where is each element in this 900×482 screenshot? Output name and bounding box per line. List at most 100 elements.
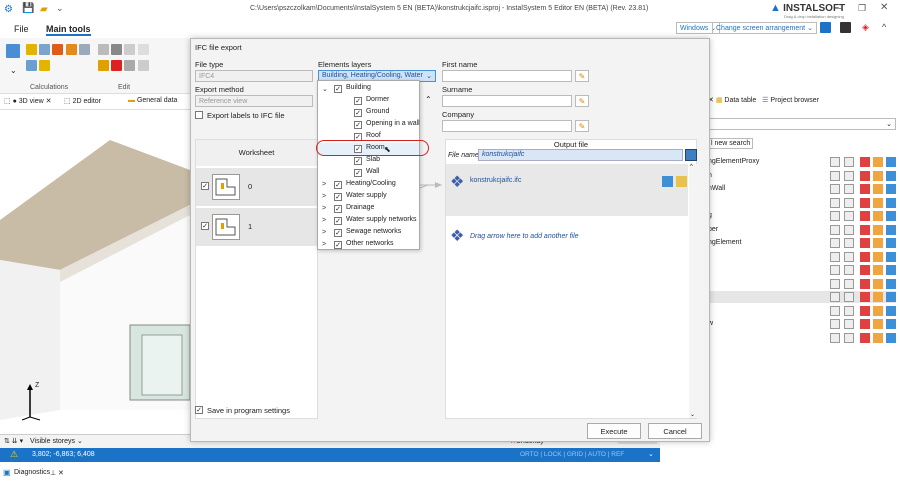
delete-icon[interactable]: [860, 224, 870, 235]
edit-icon[interactable]: [873, 251, 883, 262]
copy-icon[interactable]: [844, 319, 854, 329]
layer-checkbox[interactable]: ✓: [334, 217, 342, 225]
close-button[interactable]: ✕: [880, 2, 888, 13]
delete-icon[interactable]: [860, 157, 870, 167]
company-field[interactable]: [442, 120, 572, 132]
locate-icon[interactable]: [886, 170, 896, 181]
tree-expander-icon[interactable]: >: [322, 229, 326, 236]
export-method-field[interactable]: Reference view: [195, 95, 313, 107]
delete-icon[interactable]: [860, 332, 870, 343]
layer-tree-item[interactable]: ⌄ ✓ Building: [318, 83, 419, 95]
edit-icon[interactable]: [873, 238, 883, 248]
view-icon[interactable]: [830, 184, 840, 194]
tab-data-table[interactable]: Data table: [724, 97, 756, 104]
edit-icon[interactable]: [873, 332, 883, 343]
copy-icon[interactable]: [844, 265, 854, 275]
worksheet-row[interactable]: ✓ 1: [196, 208, 317, 246]
layer-checkbox[interactable]: ✓: [354, 121, 362, 129]
locate-icon[interactable]: [886, 157, 896, 167]
calc-toolbar-2[interactable]: [26, 60, 51, 73]
copy-icon[interactable]: [844, 292, 854, 302]
dark-panel-icon[interactable]: [840, 22, 851, 35]
execute-button[interactable]: Execute: [587, 423, 641, 439]
layer-checkbox[interactable]: ✓: [354, 169, 362, 177]
view-icon[interactable]: [830, 332, 840, 343]
first-name-edit-icon[interactable]: ✎: [575, 70, 589, 82]
copy-icon[interactable]: [844, 157, 854, 167]
delete-icon[interactable]: [860, 197, 870, 208]
view-icon[interactable]: [830, 238, 840, 248]
copy-icon[interactable]: [844, 184, 854, 194]
layer-tree-item[interactable]: ✓ Slab: [318, 155, 419, 167]
storey-controls[interactable]: ⇅ ⇊ ▾: [4, 437, 23, 445]
locate-icon[interactable]: [886, 319, 896, 329]
edit-icon[interactable]: [873, 211, 883, 221]
scroll-down-icon[interactable]: ⌄: [690, 411, 695, 418]
delete-icon[interactable]: [860, 251, 870, 262]
tab-file[interactable]: File: [14, 24, 29, 34]
copy-icon[interactable]: [844, 332, 854, 343]
worksheet-checkbox[interactable]: ✓: [201, 182, 209, 190]
file-type-field[interactable]: IFC4: [195, 70, 313, 82]
right-panel-item[interactable]: n: [708, 170, 896, 182]
locate-icon[interactable]: [886, 184, 896, 194]
delete-icon[interactable]: [860, 319, 870, 329]
copy-icon[interactable]: [844, 305, 854, 316]
screen-arrangement-dropdown[interactable]: Change screen arrangement ⌄: [712, 22, 817, 34]
tree-expander-icon[interactable]: >: [322, 181, 326, 188]
spin-icon[interactable]: ⌃: [425, 95, 432, 104]
calculations-icons[interactable]: [6, 44, 20, 60]
file-name-field[interactable]: konstrukcjaifc: [478, 149, 683, 161]
layer-tree-item[interactable]: ✓ Ground: [318, 107, 419, 119]
status-chevron-icon[interactable]: ⌄: [648, 450, 654, 458]
tab-general-data[interactable]: ▬ General data: [128, 97, 177, 104]
minimize-button[interactable]: –: [836, 3, 842, 14]
right-panel-item[interactable]: ber: [708, 224, 896, 236]
delete-icon[interactable]: [860, 305, 870, 316]
layer-tree-item[interactable]: > ✓ Water supply: [318, 191, 419, 203]
tab-2d-editor[interactable]: ⬚ 2D editor: [64, 97, 101, 105]
edit-icon[interactable]: [873, 265, 883, 275]
layer-checkbox[interactable]: ✓: [334, 181, 342, 189]
edit-toolbar[interactable]: [98, 44, 149, 57]
right-panel-item[interactable]: [708, 291, 896, 303]
delete-icon[interactable]: [860, 278, 870, 289]
tab-project-browser[interactable]: Project browser: [770, 97, 819, 104]
locate-icon[interactable]: [886, 278, 896, 289]
folder-icon[interactable]: ▰: [40, 4, 48, 15]
collapse-ribbon-icon[interactable]: ^: [882, 22, 886, 32]
view-icon[interactable]: [830, 211, 840, 221]
layer-checkbox[interactable]: ✓: [354, 97, 362, 105]
locate-icon[interactable]: [886, 197, 896, 208]
save-icon[interactable]: 💾: [22, 3, 34, 14]
right-panel-item[interactable]: g: [708, 210, 896, 222]
diagnostics-pin-close[interactable]: ⊥ ✕: [50, 469, 64, 477]
ribbon-chevron-icon[interactable]: ⌄: [10, 66, 17, 75]
quick-access-chevron-icon[interactable]: ⌄: [56, 3, 64, 14]
right-panel-item[interactable]: [708, 332, 896, 344]
delete-icon[interactable]: [860, 184, 870, 194]
layer-tree-item[interactable]: > ✓ Other networks: [318, 239, 419, 251]
layer-checkbox[interactable]: ✓: [354, 109, 362, 117]
edit-toolbar-2[interactable]: [98, 60, 149, 73]
layout-icon[interactable]: [820, 22, 831, 35]
first-name-field[interactable]: [442, 70, 572, 82]
locate-icon[interactable]: [886, 224, 896, 235]
visible-storeys-dropdown[interactable]: Visible storeys ⌄: [30, 437, 83, 445]
export-labels-checkbox[interactable]: [195, 111, 203, 119]
right-panel-item[interactable]: nWall: [708, 183, 896, 195]
copy-icon[interactable]: [844, 224, 854, 235]
tree-expander-icon[interactable]: ⌄: [322, 85, 328, 93]
edit-icon[interactable]: [873, 224, 883, 235]
edit-icon[interactable]: [873, 157, 883, 167]
locate-icon[interactable]: [886, 305, 896, 316]
right-panel-item[interactable]: [708, 197, 896, 209]
tab-main-tools[interactable]: Main tools: [46, 24, 91, 36]
output-scrollbar[interactable]: ^ ⌄: [689, 164, 697, 418]
calc-toolbar[interactable]: [26, 44, 90, 57]
edit-icon[interactable]: [873, 184, 883, 194]
layer-checkbox[interactable]: ✓: [334, 85, 342, 93]
right-panel-item[interactable]: [708, 305, 896, 317]
layer-checkbox[interactable]: ✓: [334, 241, 342, 249]
worksheet-row[interactable]: ✓ 0: [196, 168, 317, 206]
